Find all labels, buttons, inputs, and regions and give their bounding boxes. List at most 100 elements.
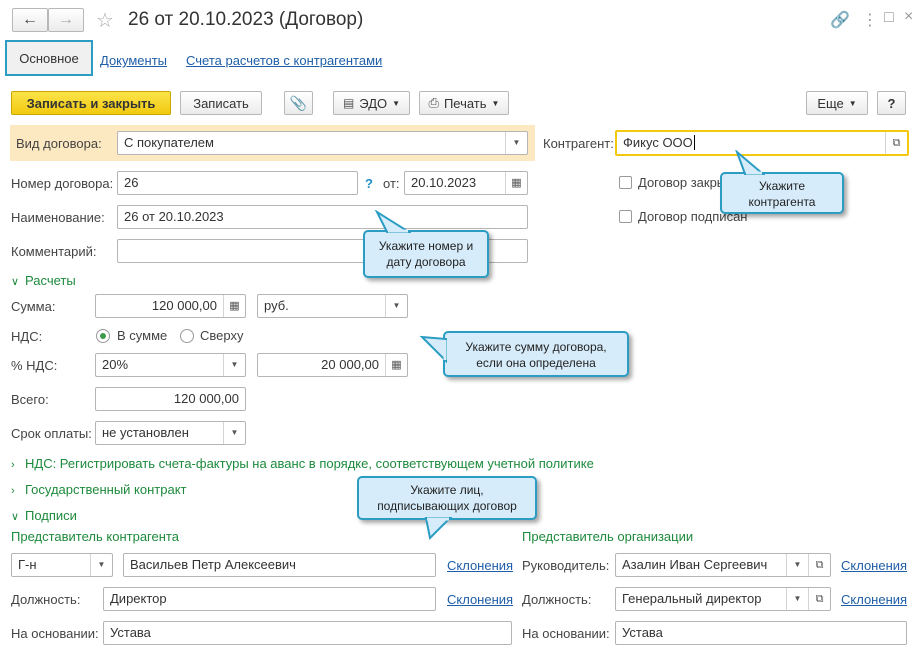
state-contract-section[interactable]: › Государственный контракт [11, 482, 186, 499]
name-label: Наименование: [11, 210, 105, 225]
payment-term-label: Срок оплаты: [11, 426, 92, 441]
forward-button[interactable]: → [48, 8, 84, 32]
vat-rate-label: % НДС: [11, 358, 58, 373]
contract-date-value: 20.10.2023 [411, 175, 477, 190]
chevron-right-icon: › [11, 485, 15, 497]
contract-type-label: Вид договора: [16, 136, 102, 151]
vat-rate-value: 20% [102, 357, 129, 372]
chevron-down-icon[interactable]: ▼ [505, 132, 527, 154]
signers-tooltip-tail [424, 517, 453, 540]
vat-on-top-label: Сверху [200, 328, 244, 343]
currency-value: руб. [264, 298, 289, 313]
org-position-declensions-link[interactable]: Склонения [841, 592, 907, 607]
close-icon[interactable]: × [904, 8, 913, 26]
tab-settlement-accounts[interactable]: Счета расчетов с контрагентами [186, 53, 382, 68]
currency-select[interactable]: руб. ▼ [257, 294, 408, 318]
sum-input[interactable]: 120 000,00 ▦ [95, 294, 246, 318]
contract-number-input[interactable]: 26 [117, 171, 358, 195]
counterparty-rep-name-input[interactable]: Васильев Петр Алексеевич [123, 553, 436, 577]
payments-section[interactable]: ∨ Расчеты [11, 273, 76, 290]
org-basis-input[interactable]: Устава [615, 621, 907, 645]
vat-label: НДС: [11, 329, 43, 344]
chevron-down-icon[interactable]: ▼ [223, 422, 245, 444]
open-icon[interactable]: ⧉ [885, 132, 907, 154]
open-icon[interactable]: ⧉ [808, 588, 830, 610]
chevron-down-icon[interactable]: ▼ [90, 554, 112, 576]
org-position-select[interactable]: Генеральный директор ▼ ⧉ [615, 587, 831, 611]
sum-tooltip: Укажите сумму договора, если она определ… [443, 331, 629, 377]
edo-icon: ▤ [342, 96, 355, 110]
counterparty-position-label: Должность: [11, 592, 81, 607]
org-head-value: Азалин Иван Сергеевич [622, 557, 768, 572]
contract-closed-checkbox[interactable] [619, 176, 632, 189]
chevron-down-icon: ▼ [848, 98, 857, 108]
number-help-icon[interactable]: ? [365, 176, 373, 191]
total-input[interactable]: 120 000,00 [95, 387, 246, 411]
vat-in-sum-radio[interactable] [96, 329, 110, 343]
payment-term-value: не установлен [102, 425, 189, 440]
chevron-down-icon[interactable]: ▼ [385, 295, 407, 317]
counterparty-basis-input[interactable]: Устава [103, 621, 512, 645]
vat-on-top-radio[interactable] [180, 329, 194, 343]
chevron-down-icon: ∨ [11, 276, 20, 288]
signatures-section[interactable]: ∨ Подписи [11, 508, 77, 525]
page-title: 26 от 20.10.2023 (Договор) [128, 9, 364, 30]
counterparty-label: Контрагент: [543, 136, 614, 151]
chevron-down-icon[interactable]: ▼ [786, 588, 808, 610]
save-and-close-button[interactable]: Записать и закрыть [11, 91, 171, 115]
vat-amount-input[interactable]: 20 000,00 ▦ [257, 353, 408, 377]
calendar-icon[interactable]: ▦ [505, 172, 527, 194]
payment-term-select[interactable]: не установлен ▼ [95, 421, 246, 445]
print-label: Печать [443, 95, 487, 111]
arrow-right-icon: → [58, 11, 74, 28]
save-button[interactable]: Записать [180, 91, 262, 115]
counterparty-position-declensions-link[interactable]: Склонения [447, 592, 513, 607]
counterparty-tooltip: Укажите контрагента [720, 172, 844, 214]
counterparty-tooltip-tail [735, 150, 765, 175]
chevron-down-icon[interactable]: ▼ [786, 554, 808, 576]
total-value: 120 000,00 [173, 391, 239, 406]
open-icon[interactable]: ⧉ [808, 554, 830, 576]
chevron-down-icon[interactable]: ▼ [223, 354, 245, 376]
contract-signed-checkbox[interactable] [619, 210, 632, 223]
counterparty-position-input[interactable]: Директор [103, 587, 436, 611]
org-head-select[interactable]: Азалин Иван Сергеевич ▼ ⧉ [615, 553, 831, 577]
name-input[interactable]: 26 от 20.10.2023 [117, 205, 528, 229]
org-position-label: Должность: [522, 592, 592, 607]
more-vertical-icon[interactable]: ⋮ [862, 10, 878, 30]
tab-main[interactable]: Основное [5, 40, 93, 76]
sum-value: 120 000,00 [151, 298, 217, 313]
vat-in-sum-label: В сумме [117, 328, 168, 343]
name-value: 26 от 20.10.2023 [124, 209, 224, 224]
chevron-down-icon: ▼ [491, 98, 500, 108]
tab-main-label: Основное [19, 50, 79, 66]
comment-label: Комментарий: [11, 244, 97, 259]
chevron-right-icon: › [11, 459, 15, 471]
link-icon[interactable]: 🔗 [830, 10, 850, 30]
vat-policy-section[interactable]: › НДС: Регистрировать счета-фактуры на ав… [11, 456, 594, 473]
edo-button[interactable]: ▤ ЭДО ▼ [333, 91, 410, 115]
state-contract-section-label: Государственный контракт [25, 482, 187, 497]
calculator-icon[interactable]: ▦ [223, 295, 245, 317]
maximize-icon[interactable]: □ [884, 9, 894, 27]
tab-documents[interactable]: Документы [100, 53, 167, 68]
counterparty-rep-name-value: Васильев Петр Алексеевич [130, 557, 296, 572]
star-icon[interactable]: ☆ [96, 8, 114, 33]
counterparty-position-value: Директор [110, 591, 167, 606]
more-button[interactable]: Еще ▼ [806, 91, 868, 115]
back-button[interactable]: ← [12, 8, 48, 32]
org-head-declensions-link[interactable]: Склонения [841, 558, 907, 573]
calculator-icon[interactable]: ▦ [385, 354, 407, 376]
counterparty-rep-title: Представитель контрагента [11, 529, 179, 544]
salutation-select[interactable]: Г-н ▼ [11, 553, 113, 577]
help-button[interactable]: ? [877, 91, 906, 115]
vat-rate-select[interactable]: 20% ▼ [95, 353, 246, 377]
attach-button[interactable]: 📎 [284, 91, 313, 115]
salutation-value: Г-н [18, 557, 37, 572]
contract-date-input[interactable]: 20.10.2023 ▦ [404, 171, 528, 195]
more-label: Еще [817, 95, 844, 111]
counterparty-rep-declensions-link[interactable]: Склонения [447, 558, 513, 573]
sum-tooltip-tail [420, 335, 447, 364]
contract-type-select[interactable]: С покупателем ▼ [117, 131, 528, 155]
print-button[interactable]: ⎙ Печать ▼ [419, 91, 509, 115]
